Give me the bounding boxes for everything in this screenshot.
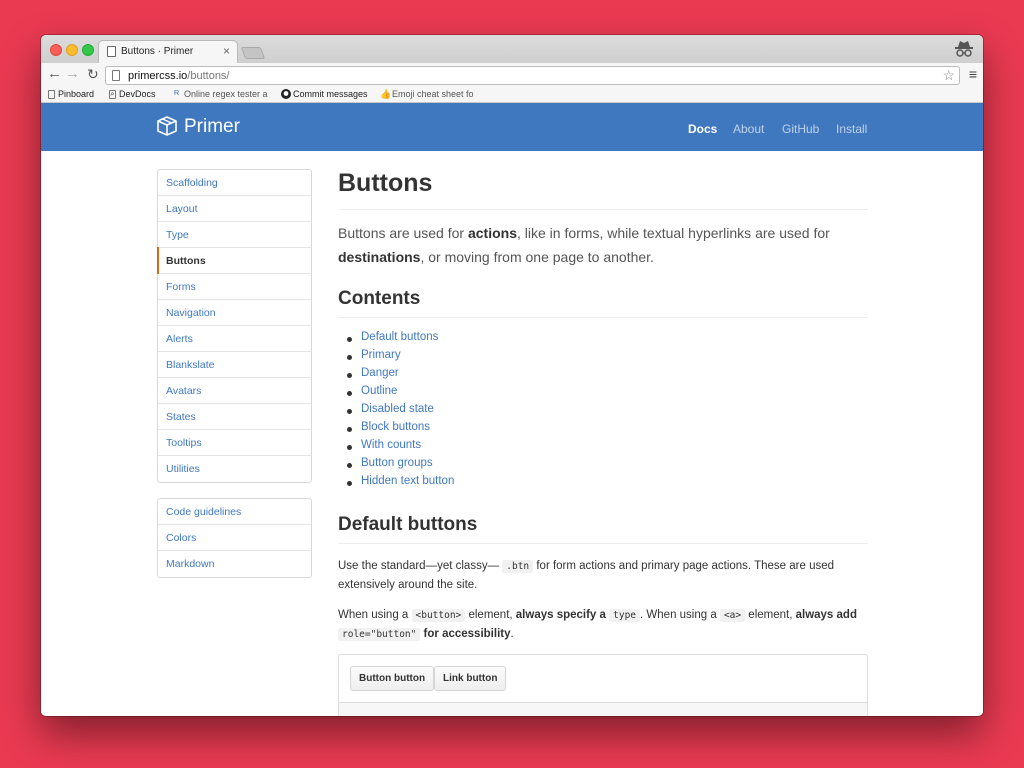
sidebar-item-forms[interactable]: Forms [158, 274, 311, 300]
sidebar-item-states[interactable]: States [158, 404, 311, 430]
tab-title: Buttons · Primer [121, 46, 194, 57]
sidebar-item-alerts[interactable]: Alerts [158, 326, 311, 352]
sidebar-item-tooltips[interactable]: Tooltips [158, 430, 311, 456]
new-tab-button[interactable] [240, 47, 266, 59]
incognito-icon [955, 41, 973, 57]
reload-icon[interactable]: ↻ [87, 66, 99, 82]
bookmark-star-icon[interactable]: ☆ [942, 67, 955, 84]
minimize-window-button[interactable] [66, 44, 78, 56]
toc-link[interactable]: Default buttons [346, 331, 454, 349]
toc-link[interactable]: Button groups [346, 457, 454, 475]
site-logo[interactable]: Primer [184, 116, 240, 138]
site-header: Primer Docs About GitHub Install [41, 103, 983, 151]
nav-github[interactable]: GitHub [782, 122, 819, 136]
browser-window: Buttons · Primer × ← → ↻ primercss.io/bu… [41, 35, 983, 716]
search-icon: ⌕ [109, 89, 116, 99]
sidebar-item-utilities[interactable]: Utilities [158, 456, 311, 482]
toc-link[interactable]: With counts [346, 439, 454, 457]
sidebar-item-layout[interactable]: Layout [158, 196, 311, 222]
nav-install[interactable]: Install [836, 122, 867, 136]
zoom-window-button[interactable] [82, 44, 94, 56]
box-logo-icon[interactable] [156, 115, 178, 137]
back-arrow-icon[interactable]: ← [47, 66, 62, 82]
toc-link[interactable]: Danger [346, 367, 454, 385]
code-example [339, 702, 867, 716]
bookmarks-bar: Pinboard ⌕ DevDocs R Online regex tester… [41, 87, 983, 103]
lead-paragraph: Buttons are used for actions, like in fo… [338, 225, 830, 265]
tab-close-icon[interactable]: × [223, 44, 230, 58]
default-buttons-paragraph: Use the standard—yet classy— .btn for fo… [338, 560, 835, 591]
bookmark-regex-tester[interactable]: R Online regex tester a [172, 89, 268, 99]
button-example-box: Button button Link button [338, 654, 868, 716]
contents-heading: Contents [338, 288, 868, 318]
sidebar-item-markdown[interactable]: Markdown [158, 551, 311, 577]
nav-about[interactable]: About [733, 122, 764, 136]
sidebar-secondary-menu: Code guidelines Colors Markdown [157, 498, 312, 578]
tab-strip: Buttons · Primer × [41, 35, 983, 63]
sidebar-item-colors[interactable]: Colors [158, 525, 311, 551]
github-icon [281, 89, 291, 99]
browser-tab[interactable]: Buttons · Primer × [98, 40, 238, 63]
link-button[interactable]: Link button [434, 666, 507, 691]
sidebar-menu: Scaffolding Layout Type Buttons Forms Na… [157, 169, 312, 483]
toc-link[interactable]: Primary [346, 349, 454, 367]
page-icon [107, 46, 116, 57]
bookmark-devdocs[interactable]: ⌕ DevDocs [109, 89, 156, 99]
thumbs-up-icon: 👍 [380, 89, 392, 99]
page-icon [112, 70, 120, 81]
default-buttons-heading: Default buttons [338, 514, 868, 544]
sidebar-item-scaffolding[interactable]: Scaffolding [158, 170, 311, 196]
toc-link[interactable]: Block buttons [346, 421, 454, 439]
toc-link[interactable]: Disabled state [346, 403, 454, 421]
toc-link[interactable]: Outline [346, 385, 454, 403]
button-button[interactable]: Button button [350, 666, 435, 691]
sidebar-item-type[interactable]: Type [158, 222, 311, 248]
sidebar-item-code-guidelines[interactable]: Code guidelines [158, 499, 311, 525]
bookmark-commit-messages[interactable]: Commit messages [281, 89, 368, 99]
sidebar-item-blankslate[interactable]: Blankslate [158, 352, 311, 378]
url-text: primercss.io/buttons/ [128, 70, 230, 82]
sidebar-item-avatars[interactable]: Avatars [158, 378, 311, 404]
table-of-contents: Default buttons Primary Danger Outline D… [346, 331, 454, 493]
regex-icon: R [173, 90, 180, 97]
nav-docs[interactable]: Docs [688, 122, 717, 136]
bookmark-pinboard[interactable]: Pinboard [48, 89, 94, 99]
menu-icon[interactable]: ≡ [969, 66, 977, 82]
page-icon [48, 89, 55, 99]
browser-toolbar: ← → ↻ primercss.io/buttons/ ☆ ≡ [41, 63, 983, 87]
page-title: Buttons [338, 169, 868, 210]
sidebar-item-buttons[interactable]: Buttons [157, 247, 311, 274]
sidebar-item-navigation[interactable]: Navigation [158, 300, 311, 326]
forward-arrow-icon[interactable]: → [65, 66, 80, 82]
close-window-button[interactable] [50, 44, 62, 56]
address-bar[interactable]: primercss.io/buttons/ ☆ [105, 66, 960, 85]
page-content: Scaffolding Layout Type Buttons Forms Na… [41, 151, 983, 716]
toc-link[interactable]: Hidden text button [346, 475, 454, 493]
bookmark-emoji-cheat-sheet[interactable]: 👍 Emoji cheat sheet fo [380, 89, 474, 99]
accessibility-paragraph: When using a <button> element, always sp… [338, 609, 857, 641]
